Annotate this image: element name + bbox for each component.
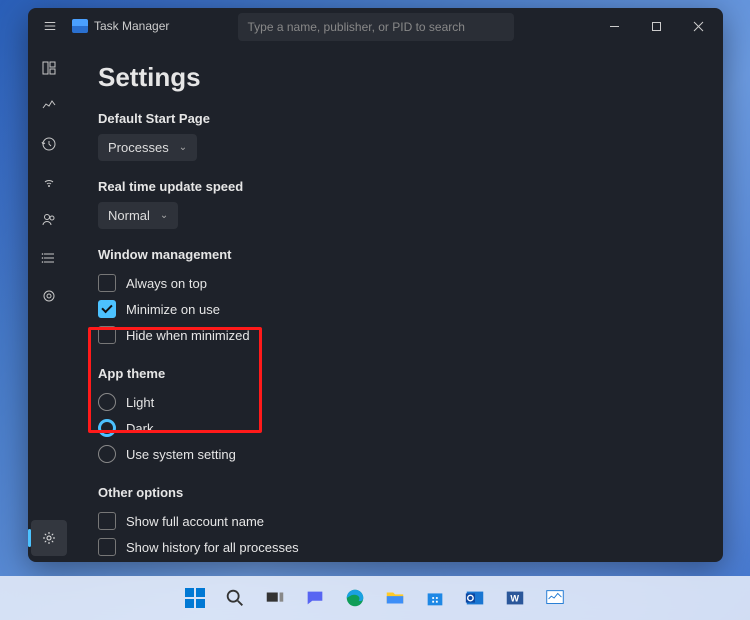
settings-content: Settings Default Start Page Processes ⌄ … — [70, 44, 723, 562]
app-title: Task Manager — [94, 19, 169, 33]
other-options-label: Other options — [98, 485, 695, 500]
app-icon — [72, 19, 88, 33]
hide-when-minimized-checkbox[interactable]: Hide when minimized — [98, 322, 695, 348]
task-manager-window: Task Manager Type a name, publisher, or … — [28, 8, 723, 562]
window-mgmt-label: Window management — [98, 247, 695, 262]
default-start-page-dropdown[interactable]: Processes ⌄ — [98, 134, 197, 161]
checkbox-icon — [98, 538, 116, 556]
outlook-icon[interactable] — [458, 581, 492, 615]
full-account-checkbox[interactable]: Show full account name — [98, 508, 695, 534]
option-label: Show history for all processes — [126, 540, 299, 555]
update-speed-label: Real time update speed — [98, 179, 695, 194]
option-label: Light — [126, 395, 154, 410]
option-label: Minimize on use — [126, 302, 220, 317]
edge-icon[interactable] — [338, 581, 372, 615]
minimize-on-use-checkbox[interactable]: Minimize on use — [98, 296, 695, 322]
word-icon[interactable]: W — [498, 581, 532, 615]
file-explorer-icon[interactable] — [378, 581, 412, 615]
nav-startup-apps[interactable] — [31, 164, 67, 200]
chat-icon[interactable] — [298, 581, 332, 615]
nav-services[interactable] — [31, 278, 67, 314]
minimize-button[interactable] — [593, 8, 635, 44]
nav-performance[interactable] — [31, 88, 67, 124]
default-start-page-label: Default Start Page — [98, 111, 695, 126]
option-label: Dark — [126, 421, 153, 436]
svg-text:W: W — [510, 594, 519, 604]
start-button[interactable] — [178, 581, 212, 615]
maximize-button[interactable] — [635, 8, 677, 44]
dropdown-value: Normal — [108, 208, 150, 223]
option-label: Hide when minimized — [126, 328, 250, 343]
nav-users[interactable] — [31, 202, 67, 238]
nav-rail — [28, 44, 70, 562]
taskbar: W — [0, 576, 750, 620]
always-on-top-checkbox[interactable]: Always on top — [98, 270, 695, 296]
nav-processes[interactable] — [31, 50, 67, 86]
taskbar-search-icon[interactable] — [218, 581, 252, 615]
store-icon[interactable] — [418, 581, 452, 615]
show-history-checkbox[interactable]: Show history for all processes — [98, 534, 695, 560]
search-input[interactable]: Type a name, publisher, or PID to search — [238, 13, 514, 41]
app-theme-label: App theme — [98, 366, 695, 381]
nav-settings[interactable] — [31, 520, 67, 556]
checkbox-icon — [98, 326, 116, 344]
radio-icon — [98, 445, 116, 463]
update-speed-dropdown[interactable]: Normal ⌄ — [98, 202, 178, 229]
chevron-down-icon: ⌄ — [160, 210, 168, 221]
radio-icon — [98, 419, 116, 437]
titlebar: Task Manager Type a name, publisher, or … — [28, 8, 723, 44]
option-label: Always on top — [126, 276, 207, 291]
option-label: Show full account name — [126, 514, 264, 529]
theme-system-radio[interactable]: Use system setting — [98, 441, 695, 467]
nav-app-history[interactable] — [31, 126, 67, 162]
theme-light-radio[interactable]: Light — [98, 389, 695, 415]
search-placeholder: Type a name, publisher, or PID to search — [248, 20, 465, 34]
ask-efficiency-checkbox[interactable]: Ask me before applying Efficiency mode — [98, 560, 695, 562]
task-manager-taskbar-icon[interactable] — [538, 581, 572, 615]
checkbox-icon — [98, 512, 116, 530]
task-view-icon[interactable] — [258, 581, 292, 615]
dropdown-value: Processes — [108, 140, 169, 155]
nav-details[interactable] — [31, 240, 67, 276]
theme-dark-radio[interactable]: Dark — [98, 415, 695, 441]
chevron-down-icon: ⌄ — [179, 142, 187, 153]
window-controls — [593, 8, 719, 44]
checkbox-icon — [98, 274, 116, 292]
page-title: Settings — [98, 62, 695, 93]
checkbox-icon — [98, 300, 116, 318]
radio-icon — [98, 393, 116, 411]
hamburger-menu-button[interactable] — [32, 8, 68, 44]
close-button[interactable] — [677, 8, 719, 44]
option-label: Use system setting — [126, 447, 236, 462]
